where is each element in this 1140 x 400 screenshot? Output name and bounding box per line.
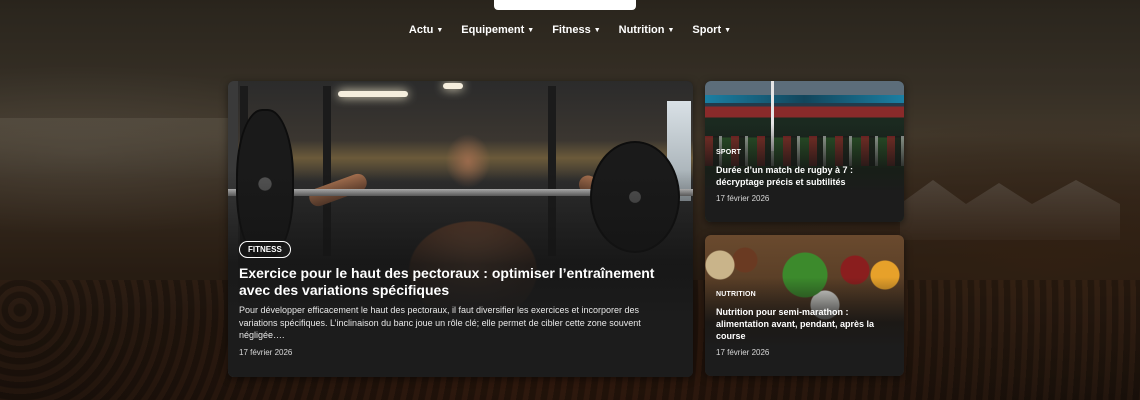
article-date: 17 février 2026 <box>716 348 770 357</box>
nav-item-label: Fitness <box>552 24 591 36</box>
category-label[interactable]: NUTRITION <box>716 291 756 298</box>
article-date: 17 février 2026 <box>716 194 770 203</box>
side-article-card[interactable]: SPORT Durée d’un match de rugby à 7 : dé… <box>705 81 904 222</box>
article-excerpt: Pour développer efficacement le haut des… <box>239 305 641 340</box>
article-title[interactable]: Nutrition pour semi-marathon : alimentat… <box>716 306 896 342</box>
chevron-down-icon: ▼ <box>667 26 675 34</box>
nav-item-sport[interactable]: Sport ▼ <box>692 24 731 36</box>
nav-item-label: Sport <box>692 24 722 36</box>
chevron-down-icon: ▼ <box>527 26 535 34</box>
nav-item-nutrition[interactable]: Nutrition ▼ <box>619 24 675 36</box>
nav-item-actu[interactable]: Actu ▼ <box>409 24 443 36</box>
chevron-down-icon: ▼ <box>724 26 732 34</box>
nav-item-label: Equipement <box>461 24 525 36</box>
nav-item-fitness[interactable]: Fitness ▼ <box>552 24 600 36</box>
article-title[interactable]: Exercice pour le haut des pectoraux : op… <box>239 265 679 299</box>
nav-item-label: Nutrition <box>618 24 665 36</box>
category-label[interactable]: SPORT <box>716 149 741 156</box>
nav-item-label: Actu <box>408 24 434 36</box>
article-title[interactable]: Durée d’un match de rugby à 7 : décrypta… <box>716 164 896 188</box>
side-article-card[interactable]: NUTRITION Nutrition pour semi-marathon :… <box>705 235 904 376</box>
main-nav: Actu ▼ Equipement ▼ Fitness ▼ Nutrition … <box>0 24 1140 36</box>
nav-item-equipement[interactable]: Equipement ▼ <box>461 24 534 36</box>
category-badge[interactable]: FITNESS <box>239 241 291 258</box>
featured-article-card[interactable]: FITNESS Exercice pour le haut des pector… <box>228 81 693 377</box>
search-input[interactable] <box>494 0 636 10</box>
chevron-down-icon: ▼ <box>593 26 601 34</box>
chevron-down-icon: ▼ <box>436 26 444 34</box>
article-date: 17 février 2026 <box>239 348 293 357</box>
